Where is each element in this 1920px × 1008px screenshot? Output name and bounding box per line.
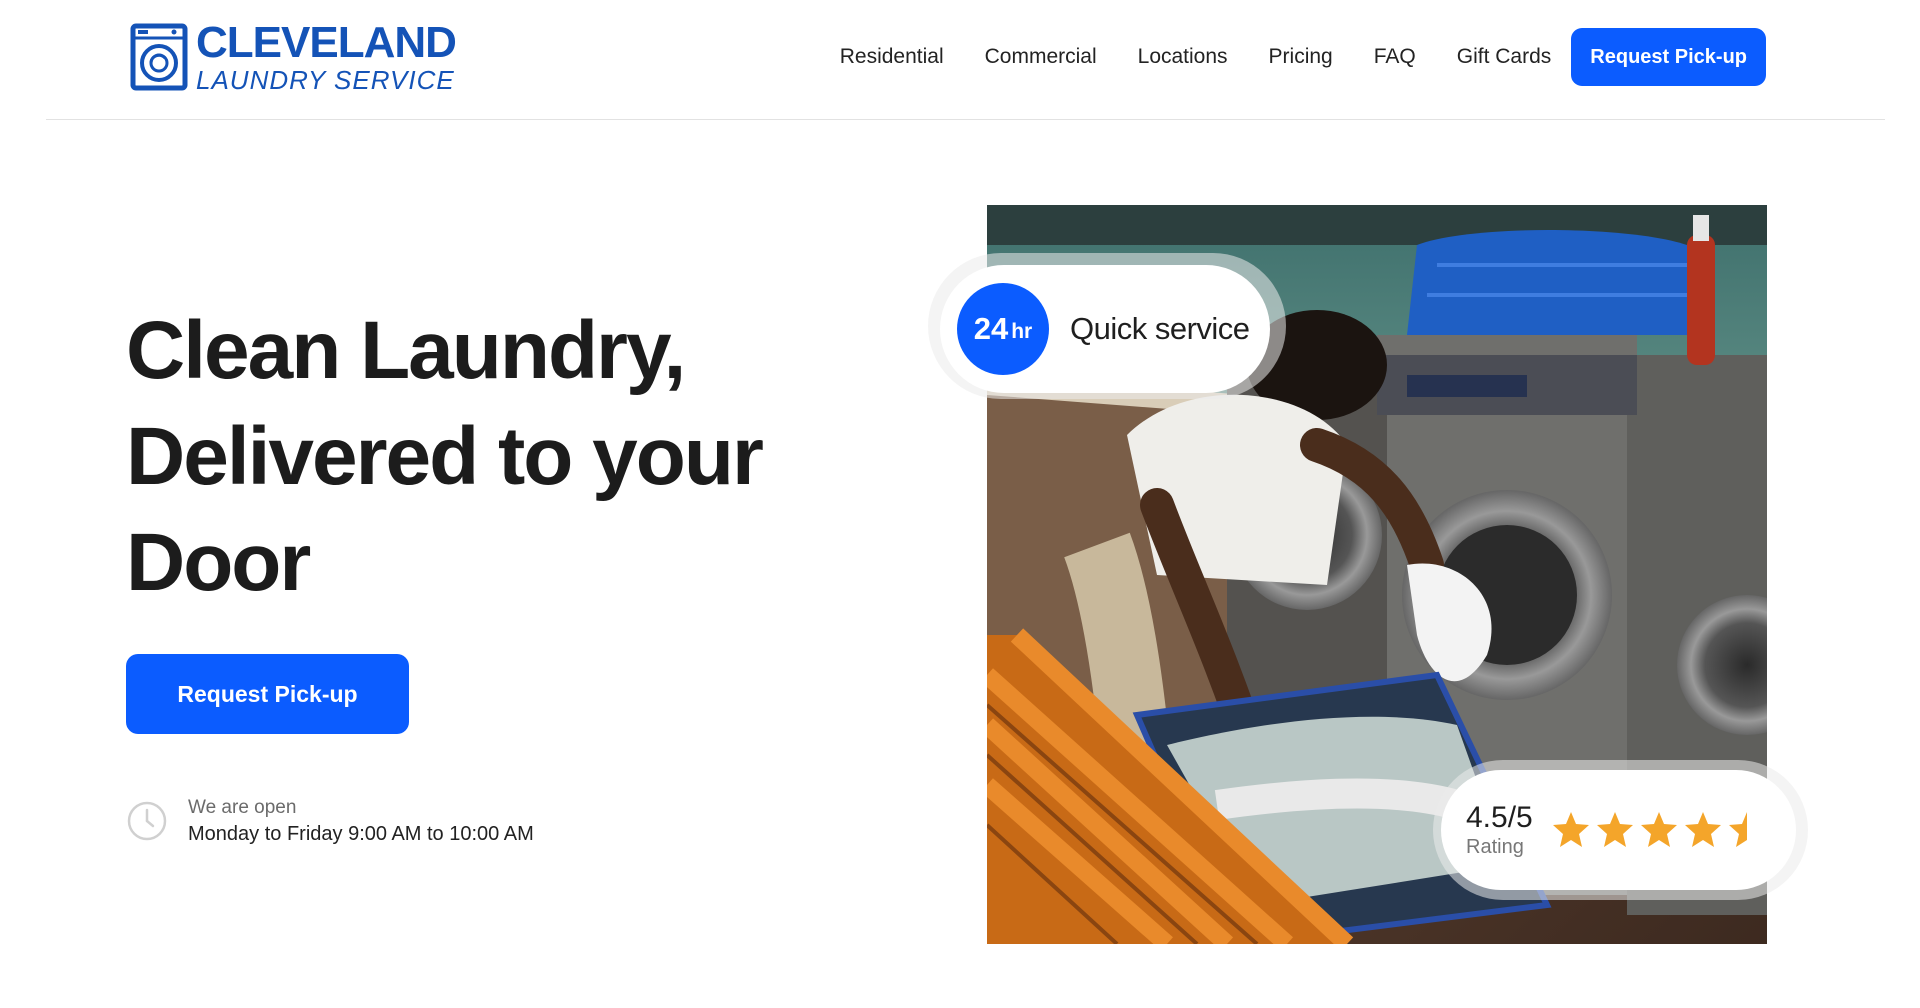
service-label: Quick service (1070, 311, 1250, 346)
star-full-icon (1596, 812, 1633, 847)
hero-title-line: Clean Laundry, (126, 305, 686, 396)
service-time-number: 24 (973, 311, 1009, 346)
star-full-icon (1552, 812, 1589, 847)
rating-label: Rating (1466, 835, 1524, 858)
hours-value: Monday to Friday 9:00 AM to 10:00 AM (188, 822, 534, 845)
rating-stars (1551, 810, 1771, 850)
hero-request-pickup-button[interactable]: Request Pick-up (126, 654, 409, 734)
service-time-unit: hr (1011, 320, 1033, 343)
header-divider (46, 119, 1885, 120)
logo[interactable]: CLEVELAND LAUNDRY SERVICE (130, 18, 457, 95)
logo-title: CLEVELAND (196, 18, 457, 67)
nav-faq[interactable]: FAQ (1374, 45, 1416, 69)
nav-residential[interactable]: Residential (840, 45, 944, 69)
hero-title-line: Delivered to your (126, 411, 764, 502)
header-request-pickup-button[interactable]: Request Pick-up (1571, 28, 1766, 86)
hero-title: Clean Laundry, Delivered to your Door (126, 298, 826, 616)
star-half-icon (1728, 812, 1747, 847)
nav-commercial[interactable]: Commercial (985, 45, 1097, 69)
opening-hours: We are open Monday to Friday 9:00 AM to … (126, 795, 534, 848)
rating-badge: 4.5/5 Rating (1433, 760, 1808, 900)
nav-gift-cards[interactable]: Gift Cards (1457, 45, 1552, 69)
service-time-circle: 24 hr (957, 283, 1049, 375)
hero-title-line: Door (126, 517, 311, 608)
clock-icon (127, 802, 167, 841)
star-full-icon (1640, 812, 1677, 847)
main-nav: Residential Commercial Locations Pricing… (840, 27, 1766, 87)
rating-value: 4.5/5 (1466, 801, 1533, 835)
quick-service-badge: 24 hr Quick service (928, 253, 1286, 399)
site-header: CLEVELAND LAUNDRY SERVICE Residential Co… (0, 0, 1920, 120)
hours-label: We are open (188, 797, 297, 818)
star-full-icon (1684, 812, 1721, 847)
washing-machine-icon (130, 23, 188, 91)
logo-subtitle: LAUNDRY SERVICE (196, 65, 455, 95)
nav-pricing[interactable]: Pricing (1269, 45, 1333, 69)
nav-locations[interactable]: Locations (1138, 45, 1228, 69)
